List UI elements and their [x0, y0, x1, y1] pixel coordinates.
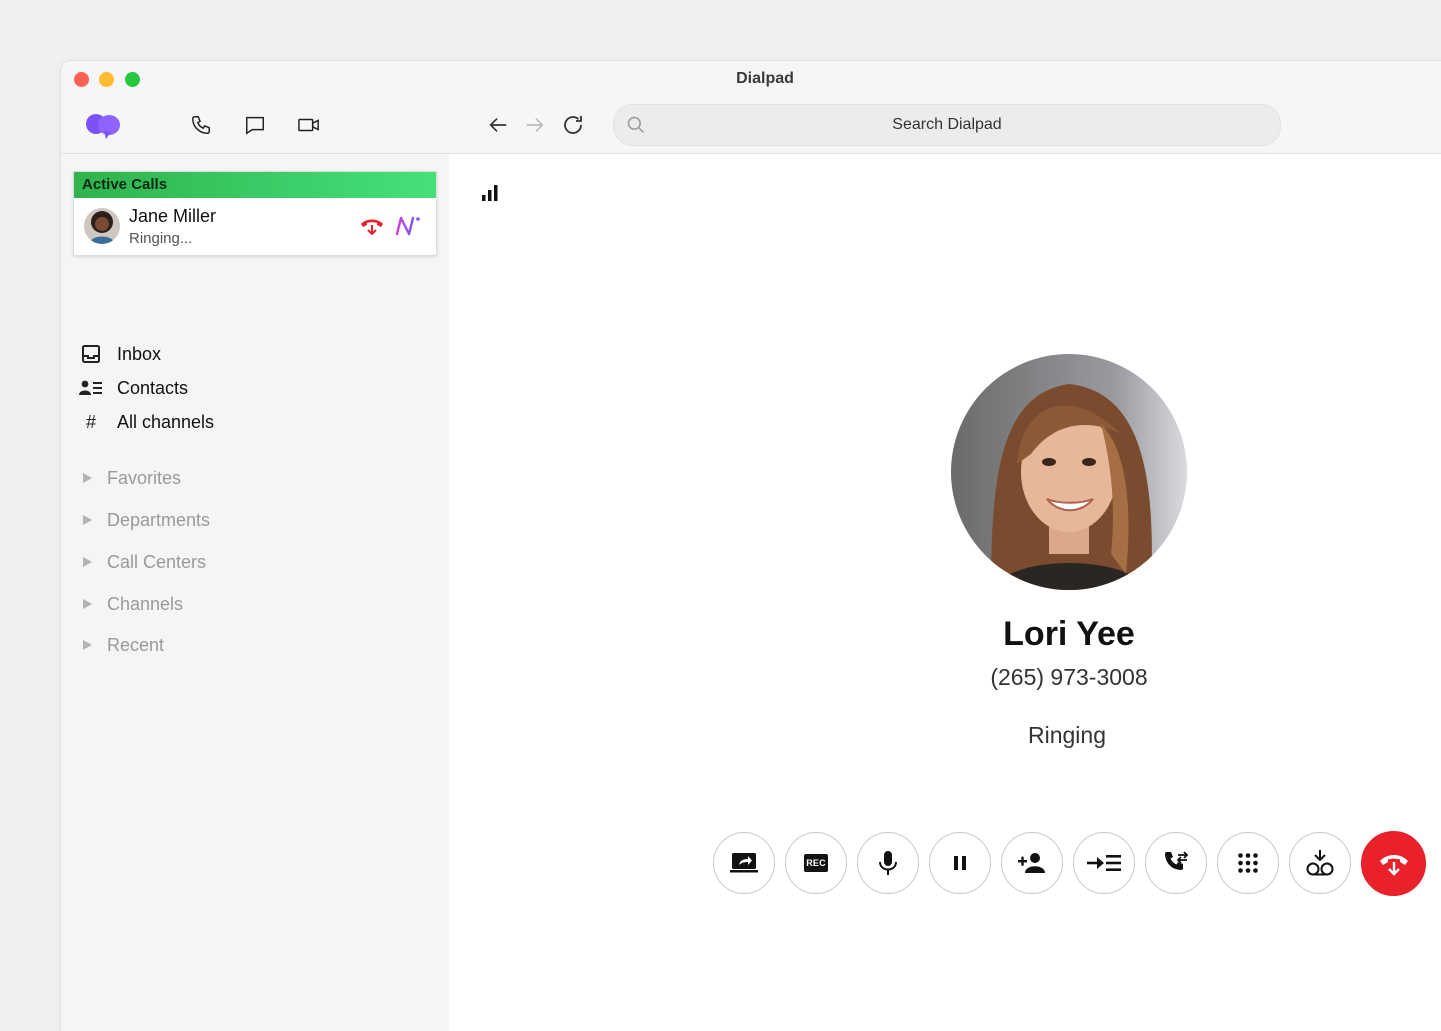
contact-name: Lori Yee	[1003, 615, 1135, 653]
hash-icon: #	[85, 411, 96, 432]
voicemail-drop-button[interactable]	[1289, 832, 1351, 894]
nav-all-channels[interactable]: # All channels	[79, 409, 214, 435]
share-screen-button[interactable]	[713, 832, 775, 894]
group-departments[interactable]: Departments	[83, 508, 210, 532]
phone-icon[interactable]	[187, 111, 215, 139]
window-title: Dialpad	[736, 70, 794, 87]
title-bar: Dialpad	[61, 61, 1441, 97]
app-window: Dialpad Search Dialpad Active Calls Jane…	[61, 61, 1441, 1031]
caller-name: Jane Miller	[129, 206, 217, 226]
inbox-icon	[79, 344, 103, 364]
active-calls-header: Active Calls	[74, 172, 436, 198]
contacts-icon	[79, 379, 103, 397]
nav-inbox[interactable]: Inbox	[79, 341, 161, 367]
nav-label: All channels	[117, 411, 215, 432]
call-swap-icon	[1165, 851, 1189, 870]
group-label: Recent	[107, 634, 165, 655]
swap-call-button[interactable]	[1145, 832, 1207, 894]
video-icon[interactable]	[295, 111, 323, 139]
expand-triangle-icon	[83, 473, 92, 483]
record-button[interactable]: REC	[785, 832, 847, 894]
group-call-centers[interactable]: Call Centers	[83, 550, 206, 574]
keypad-icon	[1238, 853, 1258, 873]
nav-label: Inbox	[117, 343, 162, 364]
nav-contacts[interactable]: Contacts	[79, 375, 188, 401]
hold-button[interactable]	[929, 832, 991, 894]
contact-phone: (265) 973-3008	[990, 664, 1148, 690]
group-channels[interactable]: Channels	[83, 592, 183, 616]
keypad-button[interactable]	[1217, 832, 1279, 894]
group-label: Departments	[107, 509, 211, 530]
call-status: Ringing...	[129, 230, 193, 247]
hang-up-icon	[1379, 854, 1408, 876]
share-screen-icon	[730, 853, 758, 873]
nav-label: Contacts	[117, 377, 189, 398]
active-call-card[interactable]: Active Calls Jane Miller Ringing...	[73, 171, 437, 256]
add-person-button[interactable]	[1001, 832, 1063, 894]
search-input[interactable]: Search Dialpad	[613, 104, 1281, 146]
search-placeholder: Search Dialpad	[892, 116, 1002, 133]
group-label: Call Centers	[107, 551, 207, 572]
group-label: Favorites	[107, 467, 182, 488]
mute-button[interactable]	[857, 832, 919, 894]
message-icon[interactable]	[241, 111, 269, 139]
transfer-button[interactable]	[1073, 832, 1135, 894]
microphone-icon	[879, 851, 897, 875]
back-arrow-icon[interactable]	[484, 111, 512, 139]
add-person-icon	[1018, 853, 1045, 873]
record-label: REC	[806, 858, 826, 868]
transfer-icon	[1087, 855, 1121, 871]
expand-triangle-icon	[83, 599, 92, 609]
group-label: Channels	[107, 593, 184, 614]
sidebar: Active Calls Jane Miller Ringing... Inbo…	[61, 154, 449, 1031]
record-icon: REC	[804, 854, 828, 872]
avatar	[84, 208, 120, 244]
refresh-icon[interactable]	[559, 111, 587, 139]
signal-strength-icon	[481, 184, 499, 207]
pause-icon	[954, 856, 966, 870]
call-status: Ringing	[1028, 722, 1106, 748]
group-favorites[interactable]: Favorites	[83, 466, 181, 490]
hang-up-icon[interactable]	[359, 216, 385, 241]
expand-triangle-icon	[83, 640, 92, 650]
ai-assist-icon[interactable]	[394, 214, 422, 243]
call-panel: Lori Yee (265) 973-3008 Ringing REC	[449, 154, 1441, 1031]
end-call-button[interactable]	[1361, 831, 1426, 896]
forward-arrow-icon[interactable]	[521, 111, 549, 139]
voicemail-drop-icon	[1306, 850, 1334, 876]
expand-triangle-icon	[83, 557, 92, 567]
toolbar: Search Dialpad	[61, 97, 1441, 154]
group-recent[interactable]: Recent	[83, 633, 164, 657]
expand-triangle-icon	[83, 515, 92, 525]
contact-photo	[951, 354, 1187, 590]
dialpad-logo[interactable]	[83, 111, 123, 139]
